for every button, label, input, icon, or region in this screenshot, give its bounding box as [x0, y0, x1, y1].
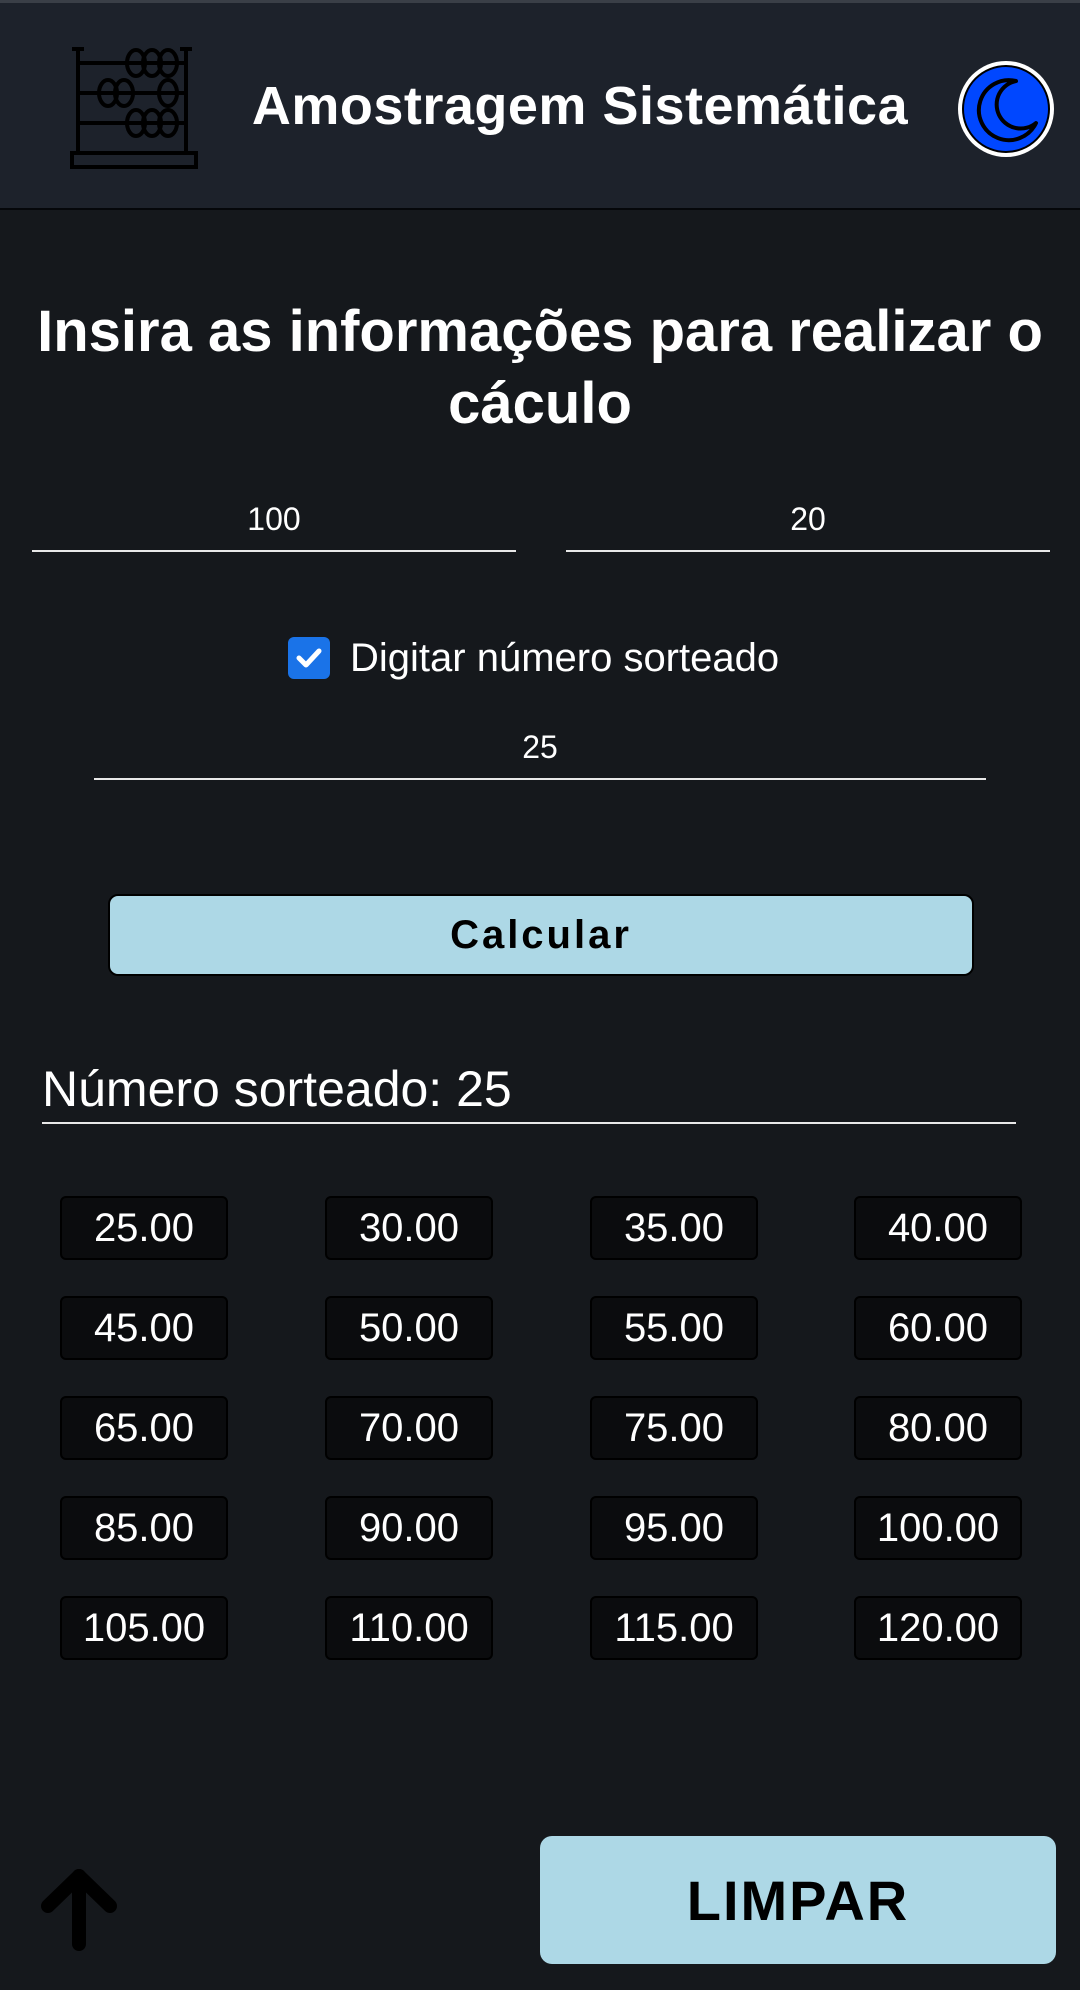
- clear-button[interactable]: LIMPAR: [540, 1836, 1056, 1964]
- sample-size-input[interactable]: [566, 488, 1050, 550]
- sample-value-cell: 30.00: [325, 1196, 493, 1260]
- sample-value-cell: 105.00: [60, 1596, 228, 1660]
- drawn-number-result: Número sorteado: 25: [42, 1060, 1016, 1124]
- form-heading: Insira as informações para realizar o cá…: [37, 299, 1043, 436]
- checkbox-label: Digitar número sorteado: [350, 635, 780, 680]
- calculate-button[interactable]: Calcular: [108, 894, 974, 976]
- sample-value-cell: 115.00: [590, 1596, 758, 1660]
- theme-toggle-button[interactable]: [958, 61, 1054, 157]
- sample-value-cell: 70.00: [325, 1396, 493, 1460]
- app-header: Amostragem Sistemática: [0, 0, 1080, 210]
- sample-value-cell: 85.00: [60, 1496, 228, 1560]
- sample-value-cell: 45.00: [60, 1296, 228, 1360]
- sample-value-cell: 80.00: [854, 1396, 1022, 1460]
- population-size-input[interactable]: [32, 488, 516, 550]
- sample-value-cell: 25.00: [60, 1196, 228, 1260]
- sample-value-cell: 50.00: [325, 1296, 493, 1360]
- drawn-number-option: Digitar número sorteado: [288, 628, 779, 688]
- sample-value-cell: 60.00: [854, 1296, 1022, 1360]
- drawn-number-checkbox[interactable]: [288, 637, 330, 679]
- sample-value-cell: 120.00: [854, 1596, 1022, 1660]
- sample-value-cell: 95.00: [590, 1496, 758, 1560]
- arrow-up-icon: [41, 1869, 117, 1951]
- sample-value-cell: 55.00: [590, 1296, 758, 1360]
- abacus-icon: [68, 43, 200, 173]
- scroll-top-button[interactable]: [38, 1866, 120, 1952]
- sample-size-field[interactable]: [566, 488, 1050, 552]
- sample-value-cell: 110.00: [325, 1596, 493, 1660]
- drawn-number-field[interactable]: [94, 716, 986, 780]
- sample-value-cell: 90.00: [325, 1496, 493, 1560]
- checkmark-icon: [296, 648, 322, 668]
- sample-value-cell: 40.00: [854, 1196, 1022, 1260]
- sample-value-cell: 35.00: [590, 1196, 758, 1260]
- drawn-number-input[interactable]: [94, 716, 986, 778]
- app-title: Amostragem Sistemática: [251, 76, 909, 136]
- sample-value-cell: 100.00: [854, 1496, 1022, 1560]
- moon-icon: [962, 65, 1050, 153]
- sample-value-cell: 65.00: [60, 1396, 228, 1460]
- sample-value-cell: 75.00: [590, 1396, 758, 1460]
- population-size-field[interactable]: [32, 488, 516, 552]
